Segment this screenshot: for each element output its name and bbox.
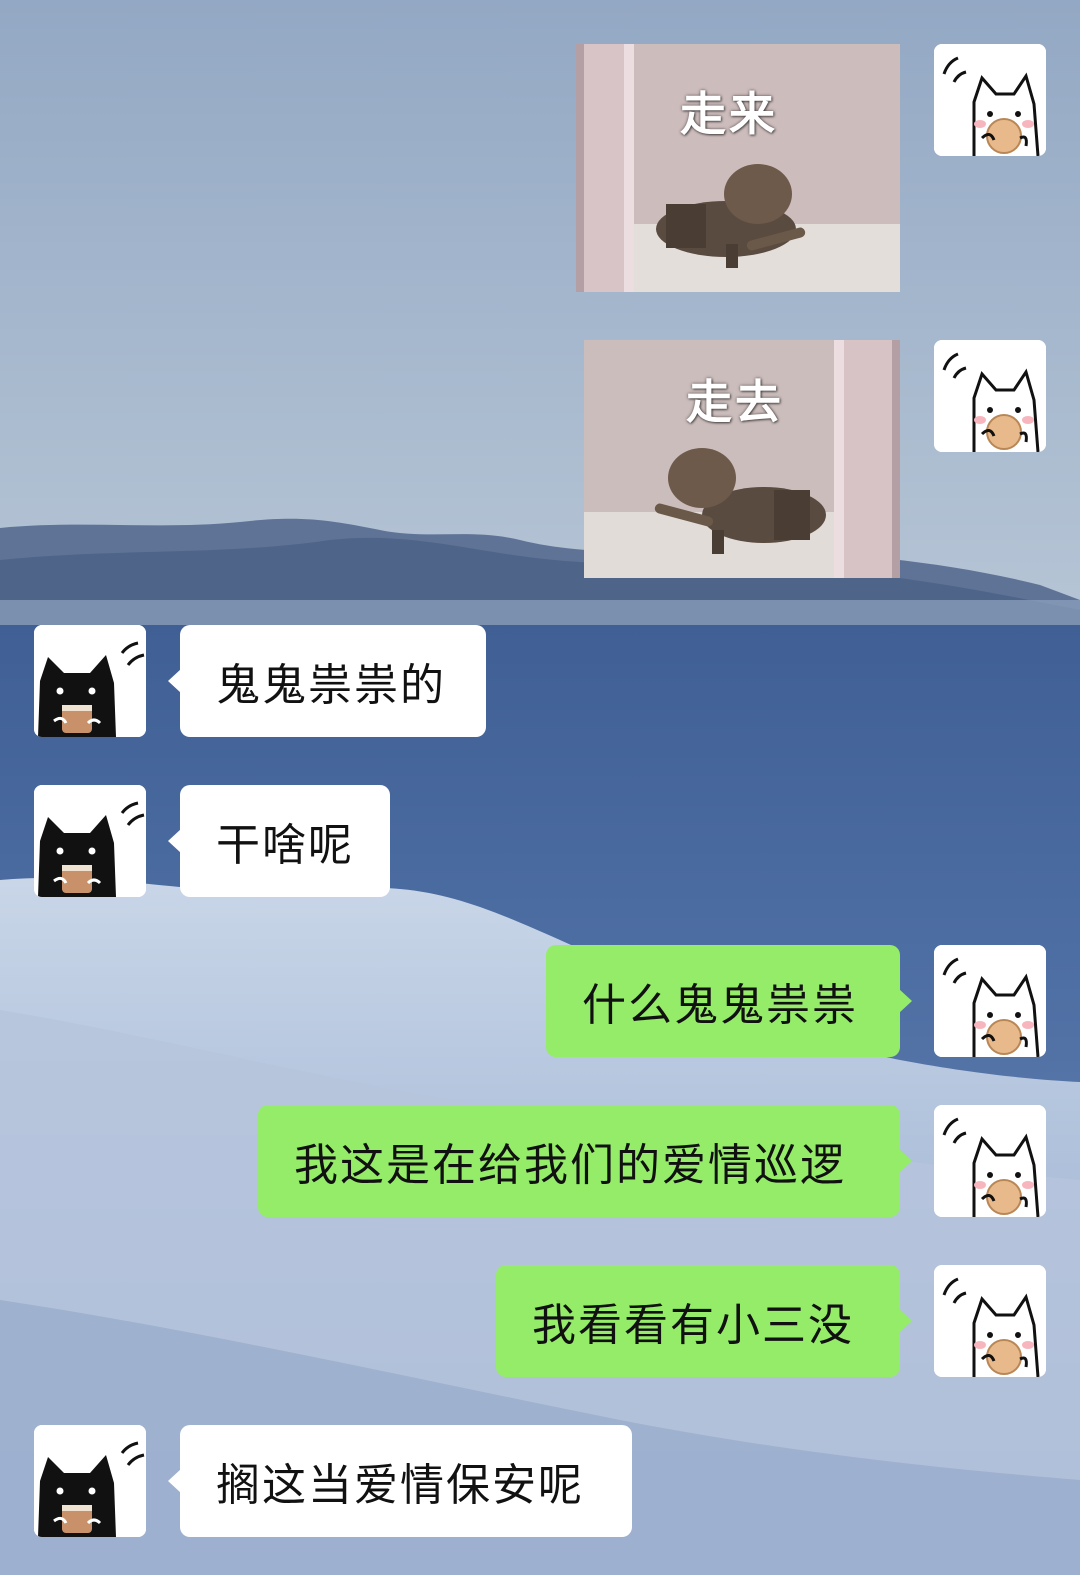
my-avatar[interactable]: [934, 44, 1046, 156]
sticker-caption: 走去: [686, 375, 784, 429]
sticker-caption: 走来: [680, 87, 778, 141]
sticker-image[interactable]: 走来: [576, 44, 900, 292]
white-cat-eating-cookie-icon: [934, 1105, 1046, 1217]
black-cat-holding-cup-icon: [34, 785, 146, 897]
my-avatar[interactable]: [934, 340, 1046, 452]
white-cat-eating-cookie-icon: [934, 44, 1046, 156]
white-cat-eating-cookie-icon: [934, 945, 1046, 1057]
white-cat-eating-cookie-icon: [934, 1265, 1046, 1377]
black-cat-holding-cup-icon: [34, 625, 146, 737]
message-bubble-sent[interactable]: 什么鬼鬼祟祟: [546, 945, 912, 1057]
message-bubble-sent[interactable]: 我这是在给我们的爱情巡逻: [258, 1105, 912, 1217]
my-avatar[interactable]: [934, 1265, 1046, 1377]
white-cat-eating-cookie-icon: [934, 340, 1046, 452]
message-bubble-received[interactable]: 鬼鬼祟祟的: [168, 625, 486, 737]
contact-avatar[interactable]: [34, 785, 146, 897]
contact-avatar[interactable]: [34, 625, 146, 737]
message-bubble-sent[interactable]: 我看看有小三没: [496, 1265, 912, 1377]
message-bubble-received[interactable]: 搁这当爱情保安呢: [168, 1425, 632, 1537]
sticker-image[interactable]: 走去: [584, 340, 900, 578]
my-avatar[interactable]: [934, 1105, 1046, 1217]
black-cat-holding-cup-icon: [34, 1425, 146, 1537]
message-bubble-received[interactable]: 干啥呢: [168, 785, 390, 897]
contact-avatar[interactable]: [34, 1425, 146, 1537]
my-avatar[interactable]: [934, 945, 1046, 1057]
